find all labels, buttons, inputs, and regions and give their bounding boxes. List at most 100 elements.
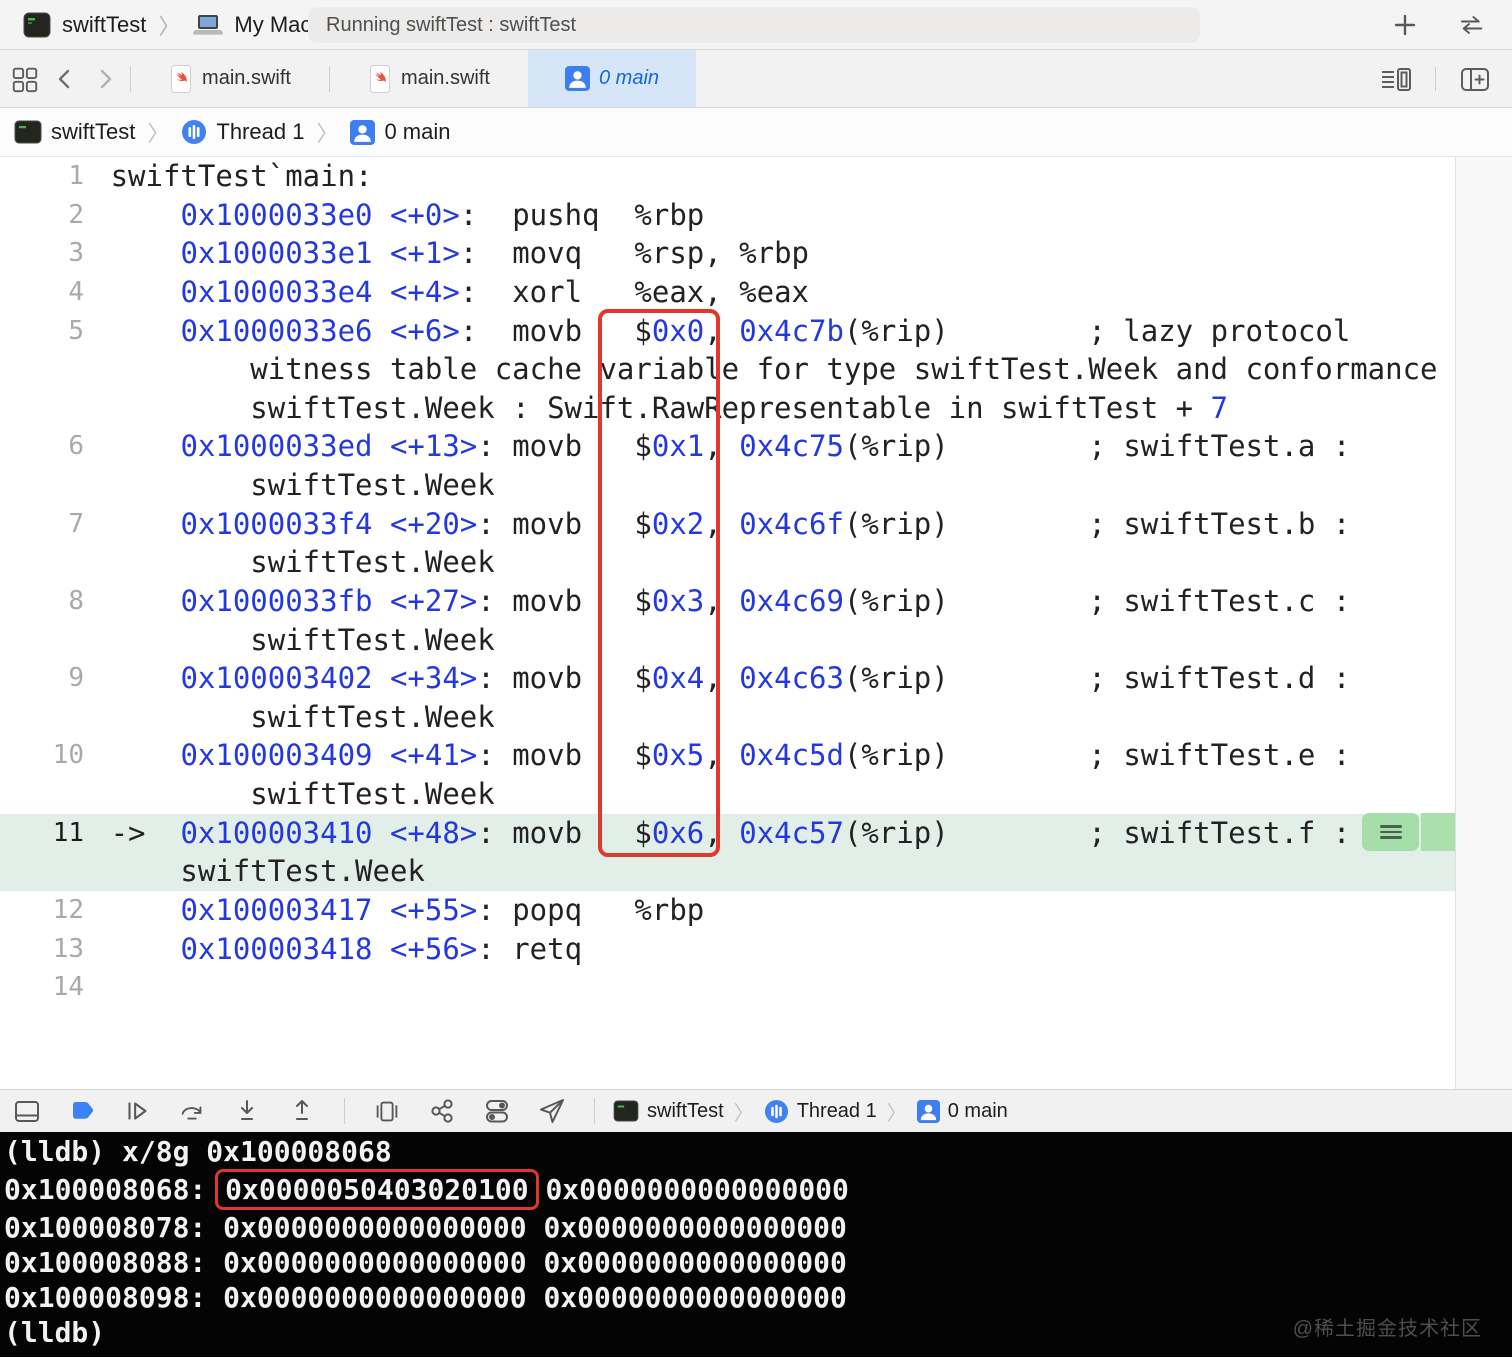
line-number[interactable]: 6 (0, 427, 84, 466)
line-number[interactable] (0, 350, 84, 389)
app-icon[interactable] (22, 10, 52, 40)
back-chevron-icon[interactable] (50, 64, 80, 94)
editor-options-icon[interactable] (1379, 63, 1413, 95)
tab-main-swift-1[interactable]: main.swift (131, 50, 329, 107)
line-number[interactable]: 9 (0, 659, 84, 698)
person-icon (350, 119, 376, 145)
line-number[interactable]: 10 (0, 736, 84, 775)
line-number[interactable] (0, 698, 84, 737)
console-memory-line: 0x100008068: 0x0000050403020100 0x000000… (4, 1169, 1512, 1210)
code-row: 9 0x100003402 <+34>: movb $0x4, 0x4c63(%… (0, 659, 1455, 698)
continue-icon[interactable] (122, 1096, 152, 1126)
status-text: Running swiftTest : swiftTest (326, 13, 577, 36)
debug-breadcrumb: swiftTest 〉 Thread 1 〉 0 main (613, 1097, 1008, 1126)
line-number[interactable]: 2 (0, 196, 84, 235)
code-row: 4 0x1000033e4 <+4>: xorl %eax, %eax (0, 273, 1455, 312)
terminal-app-icon (613, 1100, 639, 1122)
line-number[interactable]: 8 (0, 582, 84, 621)
code-row: swiftTest.Week (0, 698, 1455, 737)
simulate-location-icon[interactable] (537, 1096, 567, 1126)
step-into-icon[interactable] (232, 1096, 262, 1126)
line-number[interactable] (0, 621, 84, 660)
code-row: swiftTest.Week (0, 543, 1455, 582)
code-area[interactable]: 1 swiftTest`main: 2 0x1000033e0 <+0>: push… (0, 157, 1455, 1089)
line-number[interactable]: 13 (0, 930, 84, 969)
thread-icon (182, 120, 207, 144)
code-row: swiftTest.Week (0, 775, 1455, 814)
jumpbar-thread[interactable]: Thread 1 (216, 119, 304, 145)
line-number[interactable] (0, 543, 84, 582)
laptop-icon (193, 14, 224, 35)
current-line-side-button[interactable] (1421, 813, 1455, 851)
environment-overrides-icon[interactable] (482, 1096, 512, 1126)
tab-0-main[interactable]: 0 main (528, 50, 696, 107)
console-memory-line: 0x100008078: 0x0000000000000000 0x000000… (4, 1211, 847, 1244)
tab-grid-icon[interactable] (10, 64, 40, 94)
code-line: swiftTest.Week (110, 622, 495, 657)
step-over-icon[interactable] (177, 1096, 207, 1126)
chevron-separator: 〉 (158, 13, 181, 39)
code-row: 13 0x100003418 <+56>: retq (0, 930, 1455, 969)
plus-icon[interactable] (1390, 10, 1420, 40)
code-row: swiftTest.Week (0, 621, 1455, 660)
lldb-console[interactable]: (lldb) x/8g 0x100008068 0x100008068: 0x0… (0, 1132, 1512, 1357)
run-destination[interactable]: My Mac (234, 12, 311, 38)
code-line: -> 0x100003410 <+48>: movb $0x6, 0x4c57(… (110, 815, 1351, 850)
code-row: 10 0x100003409 <+41>: movb $0x5, 0x4c5d(… (0, 736, 1455, 775)
line-number[interactable]: 11 (0, 814, 84, 853)
chevron-separator: 〉 (316, 121, 339, 146)
code-row: 14 (0, 968, 1455, 1007)
memory-value: 0x0000000000000000 (528, 1173, 849, 1206)
view-hierarchy-icon[interactable] (372, 1096, 402, 1126)
code-line: 0x100003417 <+55>: popq %rbp (180, 892, 705, 927)
jumpbar-process[interactable]: swiftTest (51, 119, 135, 145)
thread-icon (764, 1099, 788, 1123)
swap-arrows-icon[interactable] (1454, 10, 1484, 40)
code-row: swiftTest.Week : Swift.RawRepresentable … (0, 389, 1455, 428)
debug-process[interactable]: swiftTest (647, 1100, 724, 1123)
line-number[interactable] (0, 466, 84, 505)
toolbar-divider (344, 1098, 345, 1124)
red-annotation-box-value: 0x0000050403020100 (215, 1169, 539, 1210)
code-line: swiftTest.Week (110, 468, 495, 502)
line-number[interactable] (0, 852, 84, 891)
debug-frame[interactable]: 0 main (948, 1100, 1008, 1123)
editor-right-gutter[interactable] (1455, 157, 1512, 1089)
code-row: swiftTest.Week (0, 466, 1455, 505)
step-out-icon[interactable] (287, 1096, 317, 1126)
code-line: swiftTest.Week (110, 777, 495, 811)
tab-main-swift-2[interactable]: main.swift (330, 50, 528, 107)
code-line: 0x100003402 <+34>: movb $0x4, 0x4c63(%ri… (180, 661, 1351, 696)
hide-debug-area-icon[interactable] (12, 1096, 42, 1126)
line-number[interactable]: 7 (0, 505, 84, 544)
toolbar-divider (594, 1098, 595, 1124)
swift-file-icon (370, 64, 391, 93)
code-row: witness table cache variable for type sw… (0, 350, 1455, 389)
line-number[interactable] (0, 389, 84, 428)
person-icon (916, 1099, 940, 1123)
disassembly-rows: 1 swiftTest`main: 2 0x1000033e0 <+0>: push… (0, 157, 1455, 1007)
code-line: swiftTest`main: (110, 159, 373, 193)
jumpbar-frame[interactable]: 0 main (384, 119, 450, 145)
line-number[interactable]: 3 (0, 234, 84, 273)
line-number[interactable]: 4 (0, 273, 84, 312)
line-number[interactable]: 5 (0, 312, 84, 351)
line-number[interactable]: 12 (0, 891, 84, 930)
code-row: 2 0x1000033e0 <+0>: pushq %rbp (0, 196, 1455, 235)
add-editor-icon[interactable] (1458, 63, 1492, 95)
line-number[interactable]: 1 (0, 157, 84, 196)
tab-label: main.swift (202, 67, 291, 89)
memory-graph-icon[interactable] (427, 1096, 457, 1126)
chevron-separator: 〉 (147, 121, 170, 146)
code-line: 0x1000033e6 <+6>: movb $0x0, 0x4c7b(%rip… (180, 313, 1351, 348)
code-line: swiftTest.Week (110, 699, 495, 734)
project-name[interactable]: swiftTest (62, 12, 146, 38)
code-line: 0x1000033e1 <+1>: movq %rsp, %rbp (180, 236, 810, 271)
breakpoints-icon[interactable] (67, 1096, 97, 1126)
activity-status[interactable]: Running swiftTest : swiftTest (308, 7, 1200, 43)
debug-thread[interactable]: Thread 1 (797, 1100, 877, 1123)
line-number[interactable] (0, 775, 84, 814)
current-line-menu-button[interactable] (1362, 813, 1419, 851)
line-number[interactable]: 14 (0, 968, 84, 1007)
forward-chevron-icon[interactable] (90, 64, 120, 94)
